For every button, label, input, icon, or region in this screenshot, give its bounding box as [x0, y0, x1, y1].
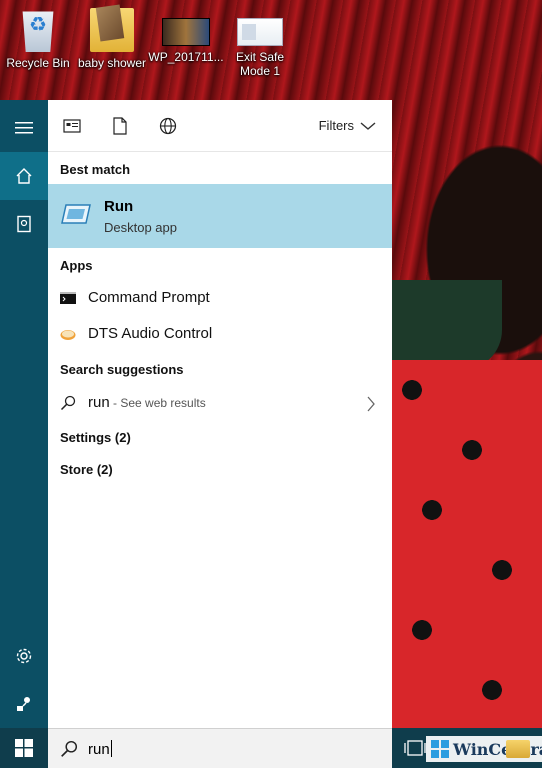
- search-suggestions-header: Search suggestions: [60, 362, 184, 377]
- notebook-icon: [17, 215, 31, 233]
- desktop-icon-exit-safe-mode[interactable]: Exit Safe Mode 1: [222, 8, 298, 78]
- apps-scope-icon: [63, 119, 81, 133]
- video-file-icon: [162, 18, 210, 46]
- chevron-right-icon[interactable]: [366, 396, 376, 412]
- rail-notebook-button[interactable]: [0, 200, 48, 248]
- dts-audio-icon: [60, 330, 76, 340]
- filters-label: Filters: [318, 118, 354, 133]
- taskbar-search-box[interactable]: run: [48, 728, 392, 768]
- rail-home-button[interactable]: [0, 152, 48, 200]
- windows-logo-icon: [15, 739, 33, 757]
- hamburger-menu-button[interactable]: [0, 104, 48, 152]
- desktop-icon-label: Recycle Bin: [6, 56, 70, 70]
- search-input-value: run: [88, 741, 110, 758]
- web-scope-icon: [159, 117, 177, 135]
- search-icon: [61, 740, 78, 757]
- app-result-command-prompt[interactable]: Command Prompt: [48, 280, 392, 316]
- filters-button[interactable]: Filters: [319, 118, 376, 133]
- settings-results-header[interactable]: Settings (2): [60, 430, 131, 445]
- search-input[interactable]: run: [88, 740, 112, 758]
- chevron-down-icon: [360, 121, 376, 130]
- document-shortcut-icon: [237, 18, 283, 46]
- search-results-panel: Filters Best match Run Desktop app Apps …: [48, 100, 392, 730]
- best-match-title: Run: [104, 198, 134, 215]
- best-match-header: Best match: [60, 162, 131, 177]
- run-app-icon: [61, 204, 91, 224]
- file-explorer-icon[interactable]: [506, 740, 530, 758]
- desktop-icon-label: WP_201711...: [148, 50, 224, 64]
- suggestion-query: run: [88, 394, 110, 411]
- desktop-icon-baby-shower[interactable]: baby shower: [74, 8, 150, 70]
- taskbar: run WinCentral: [0, 728, 542, 768]
- desktop-icon-label: baby shower: [77, 56, 147, 70]
- wallpaper-detail: [392, 280, 502, 370]
- apps-header: Apps: [60, 258, 93, 273]
- scope-toolbar: Filters: [48, 100, 392, 152]
- recycle-bin-icon: [22, 11, 54, 52]
- store-results-header[interactable]: Store (2): [60, 462, 113, 477]
- best-match-subtitle: Desktop app: [104, 220, 177, 235]
- rail-feedback-button[interactable]: [0, 680, 48, 728]
- documents-scope-button[interactable]: [108, 114, 132, 138]
- apps-scope-button[interactable]: [60, 114, 84, 138]
- app-result-label: DTS Audio Control: [88, 325, 213, 342]
- web-suggestion-run[interactable]: run - See web results: [48, 385, 392, 421]
- home-icon: [16, 168, 32, 184]
- documents-scope-icon: [113, 117, 127, 135]
- start-button[interactable]: [0, 728, 48, 768]
- start-rail: [0, 100, 48, 730]
- hamburger-icon: [15, 122, 33, 134]
- web-scope-button[interactable]: [156, 114, 180, 138]
- search-icon: [60, 395, 76, 411]
- desktop-icon-label: Exit Safe Mode 1: [235, 50, 285, 78]
- text-caret: [110, 740, 112, 757]
- best-match-run[interactable]: Run Desktop app: [48, 184, 392, 248]
- desktop-icon-wp-video[interactable]: WP_201711...: [148, 8, 224, 64]
- task-view-icon[interactable]: [404, 739, 426, 757]
- command-prompt-icon: [60, 292, 76, 304]
- suggestion-text: run - See web results: [88, 394, 206, 411]
- start-menu: Filters Best match Run Desktop app Apps …: [0, 100, 392, 730]
- suggestion-hint: - See web results: [109, 396, 206, 410]
- app-result-label: Command Prompt: [88, 289, 210, 306]
- wallpaper-blanket: [392, 360, 542, 768]
- rail-settings-button[interactable]: [0, 632, 48, 680]
- wincentral-logo-icon: [431, 740, 449, 758]
- feedback-icon: [17, 697, 30, 711]
- folder-icon: [90, 8, 134, 52]
- gear-icon: [16, 648, 32, 664]
- desktop-icon-recycle-bin[interactable]: Recycle Bin: [0, 8, 76, 70]
- app-result-dts-audio-control[interactable]: DTS Audio Control: [48, 316, 392, 352]
